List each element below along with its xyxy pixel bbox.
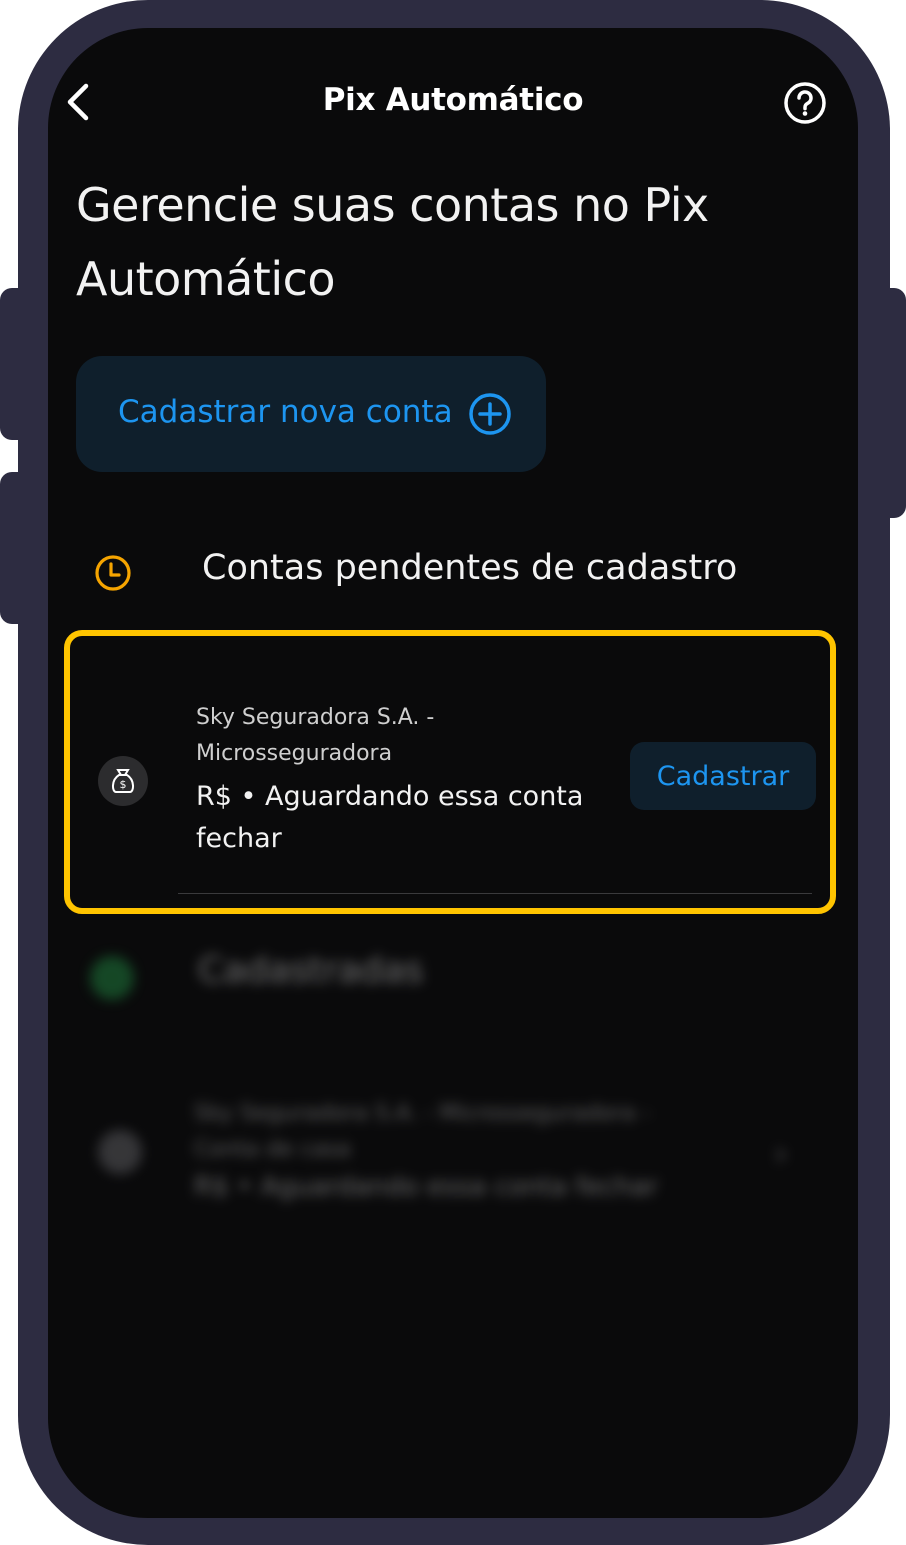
registered-section-title: Cadastradas: [198, 950, 424, 991]
help-button[interactable]: [782, 80, 828, 126]
add-account-button[interactable]: Cadastrar nova conta: [76, 356, 546, 472]
check-circle-icon: [90, 956, 134, 1000]
account-status: R$ • Aguardando essa conta fechar: [196, 781, 584, 854]
help-circle-icon: [784, 82, 826, 124]
registered-section: Cadastradas Sky Seguradora S.A. - Micros…: [48, 928, 858, 1328]
pending-section-header: Contas pendentes de cadastro: [94, 548, 814, 598]
svg-text:$: $: [120, 778, 127, 791]
page-title: Pix Automático: [322, 82, 584, 118]
account-status: R$ • Aguardando essa conta fechar: [194, 1172, 658, 1202]
company-name: Sky Seguradora S.A. - Microsseguradora -…: [194, 1101, 651, 1162]
money-bag-icon: $: [98, 756, 148, 806]
pending-account-card: $ Sky Seguradora S.A. - Microsseguradora…: [64, 630, 836, 914]
divider: [178, 893, 812, 894]
chevron-right-icon[interactable]: ›: [774, 1134, 788, 1174]
add-account-label: Cadastrar nova conta: [118, 394, 453, 430]
phone-power-button: [876, 288, 906, 518]
money-bag-icon: [98, 1130, 142, 1174]
pending-section-title: Contas pendentes de cadastro: [202, 548, 738, 588]
clock-icon: [95, 555, 131, 591]
page-headline: Gerencie suas contas no Pix Automático: [76, 178, 709, 306]
phone-volume-down-button: [0, 472, 30, 624]
app-screen: Pix Automático Gerencie suas contas no P…: [48, 28, 858, 1518]
register-button[interactable]: Cadastrar: [630, 742, 816, 810]
company-name: Sky Seguradora S.A. - Microsseguradora: [196, 705, 435, 766]
plus-circle-icon: [469, 393, 511, 435]
phone-volume-up-button: [0, 288, 30, 440]
